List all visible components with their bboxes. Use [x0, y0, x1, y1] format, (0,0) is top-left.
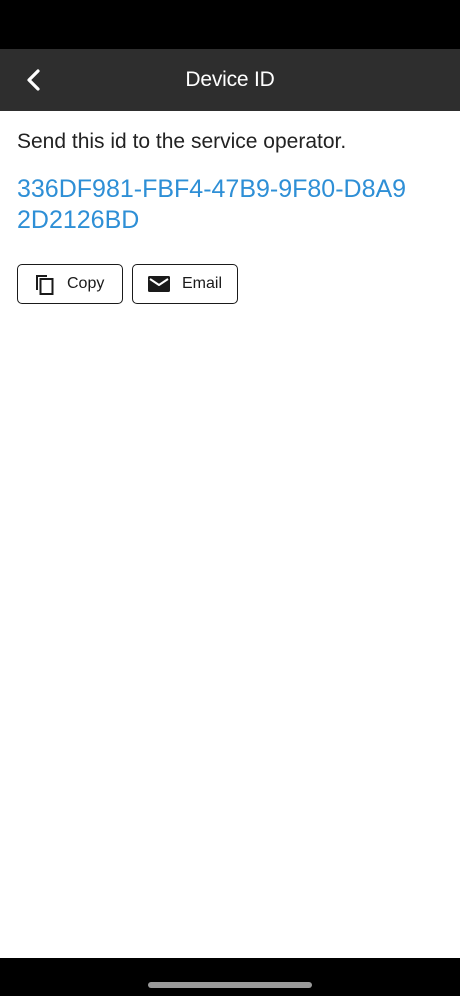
page-title: Device ID — [185, 68, 275, 91]
email-button[interactable]: Email — [132, 264, 238, 304]
copy-icon — [32, 272, 56, 296]
status-bar — [0, 0, 460, 49]
home-indicator[interactable] — [148, 982, 312, 988]
chevron-left-icon — [27, 69, 40, 91]
copy-button-label: Copy — [67, 275, 105, 292]
device-id-value[interactable]: 336DF981-FBF4-47B9-9F80-D8A92D2126BD — [17, 174, 417, 236]
system-nav-bar — [0, 958, 460, 996]
app-bar: Device ID — [0, 49, 460, 111]
copy-button[interactable]: Copy — [17, 264, 123, 304]
main-content: Send this id to the service operator. 33… — [17, 111, 443, 304]
back-button[interactable] — [14, 60, 54, 100]
email-button-label: Email — [182, 275, 223, 292]
instruction-text: Send this id to the service operator. — [17, 130, 347, 153]
action-buttons: Copy Email — [17, 264, 443, 304]
mail-icon — [147, 272, 171, 296]
